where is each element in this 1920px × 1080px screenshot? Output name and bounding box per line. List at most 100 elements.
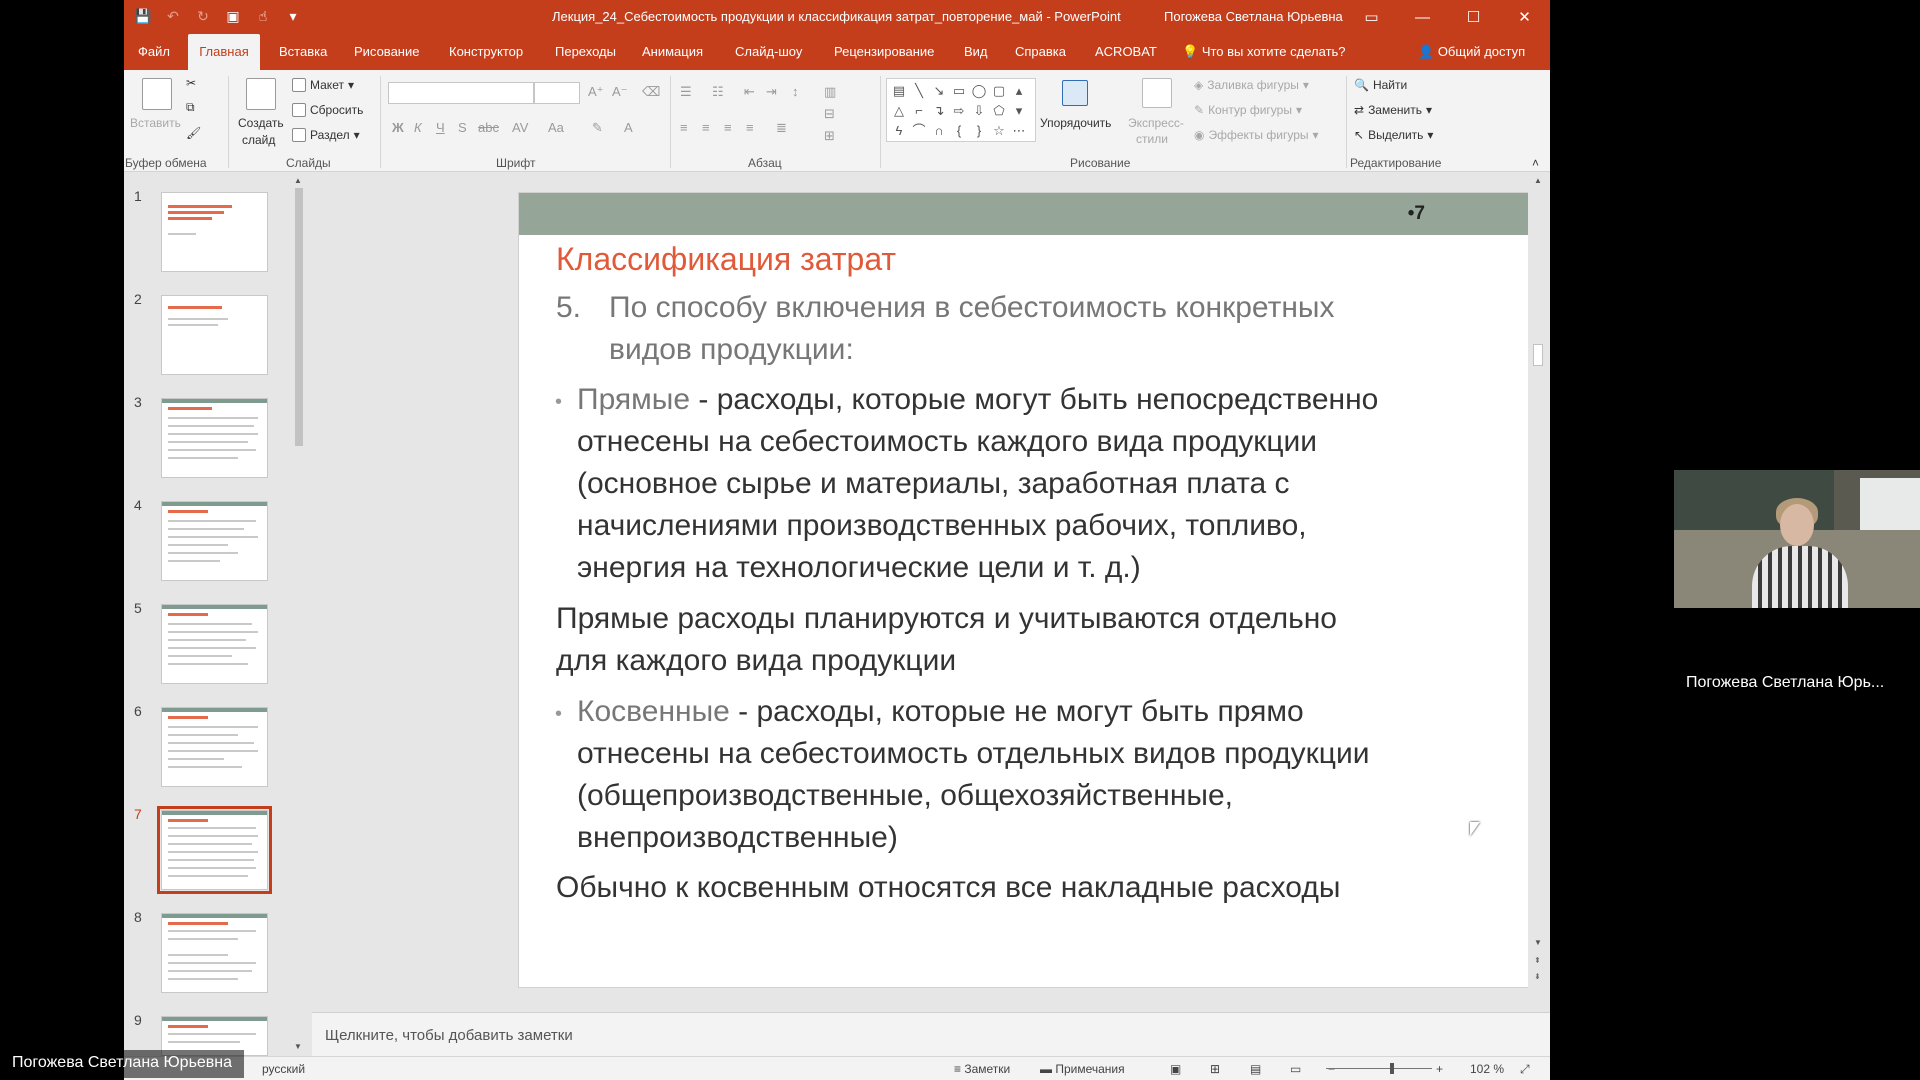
align-right-icon[interactable]: ≡: [724, 120, 732, 135]
numbering-icon[interactable]: ☷: [712, 84, 724, 100]
tab-slideshow[interactable]: Слайд-шоу: [729, 34, 808, 70]
scroll-down-icon[interactable]: ▾: [1009, 101, 1029, 121]
slide-canvas[interactable]: •7 Классификация затрат 5. По способу вк…: [518, 192, 1550, 988]
slide-thumbnail[interactable]: [161, 604, 268, 684]
decrease-indent-icon[interactable]: ⇤: [744, 84, 755, 100]
fit-slide-icon[interactable]: ⤢: [1520, 1062, 1530, 1077]
slide-thumbnail[interactable]: [161, 913, 268, 993]
strikethrough-icon[interactable]: abc: [478, 120, 499, 135]
align-center-icon[interactable]: ≡: [702, 120, 710, 135]
slide-thumbnail[interactable]: [161, 707, 268, 787]
clear-format-icon[interactable]: ⌫: [642, 84, 660, 100]
slideshow-view-icon[interactable]: ▭: [1290, 1062, 1301, 1076]
quick-styles-label-2[interactable]: стили: [1136, 132, 1168, 146]
comments-toggle[interactable]: ▬ Примечания: [1040, 1062, 1125, 1076]
justify-icon[interactable]: ≡: [746, 120, 754, 135]
shape-effects-button[interactable]: ◉ Эффекты фигуры ▾: [1194, 128, 1319, 142]
create-slide-label[interactable]: Создать: [238, 116, 284, 130]
account-name[interactable]: Погожева Светлана Юрьевна: [1164, 9, 1343, 24]
tab-help[interactable]: Справка: [1009, 34, 1072, 70]
elbow-arrow-icon[interactable]: ↴: [929, 101, 949, 121]
bullets-icon[interactable]: ☰: [680, 84, 692, 100]
rectangle-shape-icon[interactable]: ▭: [949, 81, 969, 101]
zoom-out-icon[interactable]: −: [1328, 1062, 1335, 1076]
slide-scrollbar[interactable]: ▲ ▼ ⇞ ⇟: [1528, 172, 1550, 1010]
replace-button[interactable]: ⇄ Заменить ▾: [1354, 103, 1432, 117]
change-case-icon[interactable]: Aa: [548, 120, 564, 135]
zoom-slider-handle[interactable]: [1390, 1063, 1394, 1074]
bold-icon[interactable]: Ж: [392, 120, 404, 135]
language-indicator[interactable]: русский: [262, 1062, 305, 1076]
ribbon-display-icon[interactable]: ▭: [1346, 0, 1397, 34]
quick-styles-label[interactable]: Экспресс-: [1128, 116, 1184, 130]
star-shape-icon[interactable]: ☆: [989, 121, 1009, 141]
scroll-up-icon[interactable]: ▲: [294, 176, 302, 185]
paste-label[interactable]: Вставить: [130, 116, 181, 130]
customize-qat-icon[interactable]: ▾: [284, 7, 302, 25]
create-slide-label-2[interactable]: слайд: [242, 133, 275, 147]
start-slideshow-icon[interactable]: ▣: [224, 7, 242, 25]
textbox-shape-icon[interactable]: ▤: [889, 81, 909, 101]
zoom-in-icon[interactable]: +: [1436, 1062, 1443, 1076]
italic-icon[interactable]: К: [414, 120, 422, 135]
increase-font-icon[interactable]: A⁺: [588, 84, 604, 100]
underline-icon[interactable]: Ч: [436, 120, 445, 135]
curve-shape-icon[interactable]: ⌒: [909, 121, 929, 141]
zoom-slider[interactable]: [1326, 1068, 1432, 1069]
reset-button[interactable]: Сбросить: [292, 103, 363, 117]
align-text-icon[interactable]: ⊟: [824, 106, 835, 122]
reading-view-icon[interactable]: ▤: [1250, 1062, 1261, 1076]
highlight-icon[interactable]: ✎: [592, 120, 603, 136]
slide-thumbnail[interactable]: [161, 295, 268, 375]
section-button[interactable]: Раздел ▾: [292, 128, 360, 142]
arrow-line-shape-icon[interactable]: ↘: [929, 81, 949, 101]
text-direction-icon[interactable]: ≣: [776, 120, 787, 136]
font-color-icon[interactable]: A: [624, 120, 633, 135]
tab-transitions[interactable]: Переходы: [549, 34, 622, 70]
slide-thumbnail-selected[interactable]: [157, 806, 272, 894]
scroll-up-icon[interactable]: ▴: [1009, 81, 1029, 101]
triangle-shape-icon[interactable]: △: [889, 101, 909, 121]
char-spacing-icon[interactable]: AV: [512, 120, 528, 135]
scroll-down-icon[interactable]: ▼: [1534, 938, 1542, 947]
tab-animations[interactable]: Анимация: [636, 34, 709, 70]
arrange-icon[interactable]: [1062, 80, 1088, 106]
notes-placeholder[interactable]: Щелкните, чтобы добавить заметки: [325, 1027, 573, 1044]
cut-icon[interactable]: ✂: [186, 76, 196, 90]
slide-thumbnail[interactable]: [161, 501, 268, 581]
tab-review[interactable]: Рецензирование: [828, 34, 940, 70]
slide-title[interactable]: Классификация затрат: [556, 241, 896, 278]
tab-design[interactable]: Конструктор: [443, 34, 529, 70]
tab-home[interactable]: Главная: [188, 34, 260, 70]
collapse-ribbon-icon[interactable]: ˄: [1532, 156, 1539, 170]
font-size-select[interactable]: [534, 82, 580, 104]
smartart-icon[interactable]: ⊞: [824, 128, 835, 144]
previous-slide-icon[interactable]: ⇞: [1534, 956, 1541, 965]
shadow-icon[interactable]: S: [458, 120, 467, 135]
slide-sorter-icon[interactable]: ⊞: [1210, 1062, 1220, 1076]
select-button[interactable]: ↖ Выделить ▾: [1354, 128, 1433, 142]
close-icon[interactable]: ✕: [1499, 0, 1550, 34]
undo-icon[interactable]: ↶: [164, 7, 182, 25]
tab-acrobat[interactable]: ACROBAT: [1089, 34, 1163, 70]
normal-view-icon[interactable]: ▣: [1170, 1062, 1181, 1076]
tell-me-search[interactable]: 💡 Что вы хотите сделать?: [1176, 34, 1352, 70]
scroll-up-icon[interactable]: ▲: [1534, 176, 1542, 185]
brace-left-icon[interactable]: {: [949, 121, 969, 141]
arc-shape-icon[interactable]: ∩: [929, 121, 949, 141]
zoom-level[interactable]: 102 %: [1470, 1062, 1504, 1076]
tab-view[interactable]: Вид: [958, 34, 994, 70]
participant-video[interactable]: [1674, 470, 1920, 608]
maximize-icon[interactable]: ☐: [1448, 0, 1499, 34]
tab-file[interactable]: Файл: [132, 34, 176, 70]
lightning-shape-icon[interactable]: ϟ: [889, 121, 909, 141]
notes-toggle[interactable]: ≡ Заметки: [954, 1062, 1010, 1076]
new-slide-icon[interactable]: [246, 78, 276, 110]
font-family-select[interactable]: [388, 82, 534, 104]
find-button[interactable]: 🔍 Найти: [1354, 78, 1407, 92]
next-slide-icon[interactable]: ⇟: [1534, 972, 1541, 981]
pentagon-shape-icon[interactable]: ⬠: [989, 101, 1009, 121]
save-icon[interactable]: 💾: [134, 7, 152, 25]
align-left-icon[interactable]: ≡: [680, 120, 688, 135]
minimize-icon[interactable]: —: [1397, 0, 1448, 34]
